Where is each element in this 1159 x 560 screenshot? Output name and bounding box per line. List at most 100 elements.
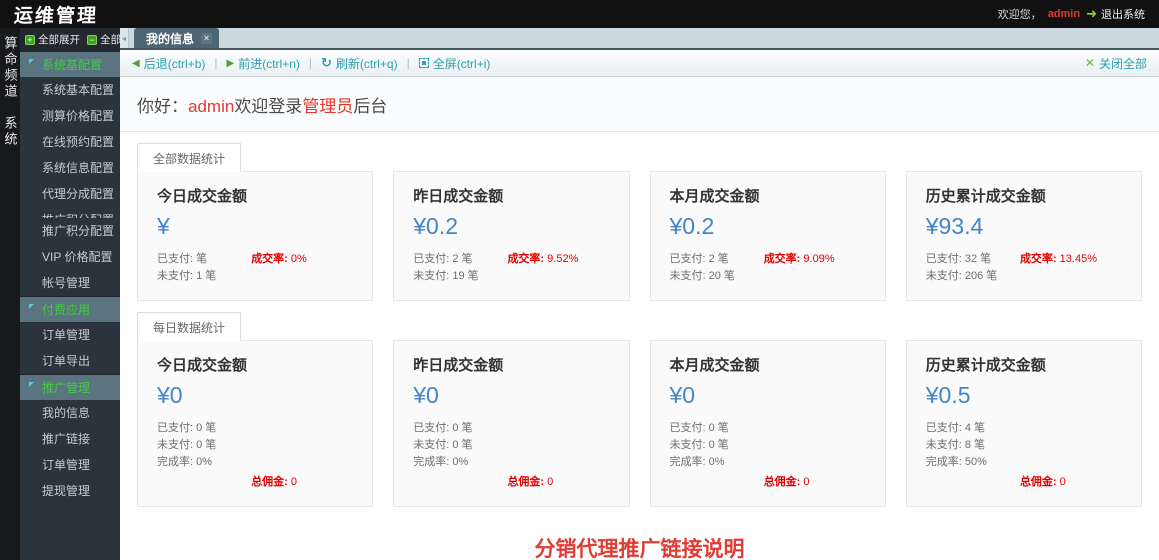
card-amount: ¥93.4 [926, 213, 1122, 240]
sidebar-item[interactable]: 在线预约配置 [20, 129, 120, 155]
card-amount: ¥0.2 [413, 213, 609, 240]
close-all-x-icon: ✕ [1085, 56, 1095, 70]
refresh-icon: ↻ [321, 55, 332, 71]
greeting-bar: 你好：admin欢迎登录管理员后台 [120, 77, 1159, 132]
fullscreen-button[interactable]: 全屏(ctrl+i) [419, 55, 491, 72]
sidebar-item[interactable]: 订单管理 [20, 322, 120, 348]
refresh-button[interactable]: ↻ 刷新(ctrl+q) [321, 55, 398, 72]
vertical-title-top: 算命频道 [1, 36, 20, 100]
welcome-text: 欢迎您， [998, 6, 1042, 22]
unpaid-count: 未支付: 1 笔 [157, 268, 353, 285]
logout-link[interactable]: 退出系统 [1101, 6, 1145, 22]
sidebar-item[interactable]: 系统信息配置 [20, 155, 120, 181]
main-area: ◂ 我的信息 × ◀ 后退(ctrl+b) | ▶ 前进(ctrl+n) | ↻… [120, 28, 1159, 560]
greeting-role: 管理员 [302, 97, 353, 116]
unpaid-count: 未支付: 206 笔 [926, 268, 1122, 285]
paid-count: 已支付: 0 笔 [157, 420, 353, 437]
sidebar-item[interactable]: 推广积分配置 [20, 218, 120, 244]
back-arrow-icon: ◀ [132, 58, 140, 69]
unpaid-count: 未支付: 0 笔 [670, 437, 866, 454]
card-details: 已支付: 32 笔 未支付: 206 笔 成交率: 13.45% [926, 251, 1122, 285]
tab-close-icon[interactable]: × [201, 33, 212, 44]
plus-icon: + [25, 35, 35, 45]
promo-section: 分销代理推广链接说明 复制你的专属推广链接，只要用户下单你即可获取提成。 关于提… [120, 507, 1159, 560]
username-text: admin [1048, 8, 1080, 20]
app-logo: 运维管理 [13, 1, 99, 28]
stat-card-yesterday: 昨日成交金额 ¥0.2 已支付: 2 笔 未支付: 19 笔 成交率: 9.52… [393, 171, 629, 301]
close-all-button[interactable]: ✕ 关闭全部 [1085, 55, 1147, 72]
paid-count: 已支付: 0 笔 [670, 420, 866, 437]
sidebar-item[interactable]: 订单管理 [20, 452, 120, 478]
sidebar-item[interactable]: 系统基本配置 [20, 77, 120, 103]
toolbar: ◀ 后退(ctrl+b) | ▶ 前进(ctrl+n) | ↻ 刷新(ctrl+… [120, 50, 1159, 77]
completion-rate: 完成率: 0% [413, 454, 609, 471]
tab-my-info[interactable]: 我的信息 × [134, 28, 219, 48]
sidebar-item[interactable]: 提现管理 [20, 478, 120, 504]
card-amount: ¥0.2 [670, 213, 866, 240]
fullscreen-icon [419, 58, 429, 68]
stat-card-history: 历史累计成交金额 ¥0.5 已支付: 4 笔 未支付: 8 笔 完成率: 50%… [906, 340, 1142, 507]
card-details: 已支付: 0 笔 未支付: 0 笔 完成率: 0% [670, 420, 866, 471]
card-title: 本月成交金额 [670, 185, 866, 206]
sidebar-item[interactable]: 订单导出 [20, 348, 120, 374]
stat-card-history: 历史累计成交金额 ¥93.4 已支付: 32 笔 未支付: 206 笔 成交率:… [906, 171, 1142, 301]
card-amount: ¥0 [670, 382, 866, 409]
card-amount: ¥ [157, 213, 353, 240]
deal-rate: 成交率: 0% [251, 251, 307, 268]
card-details: 已支付: 笔 未支付: 1 笔 成交率: 0% [157, 251, 353, 285]
stats-tab-all[interactable]: 全部数据统计 [137, 143, 241, 172]
unpaid-count: 未支付: 20 笔 [670, 268, 866, 285]
tab-scroll-left-button[interactable]: ◂ [120, 28, 129, 48]
unpaid-count: 未支付: 0 笔 [157, 437, 353, 454]
logout-arrow-icon: ➜ [1086, 6, 1097, 22]
sidebar-item[interactable]: 推广链接 [20, 426, 120, 452]
card-details: 已支付: 0 笔 未支付: 0 笔 完成率: 0% [157, 420, 353, 471]
sidebar-item[interactable]: 测算价格配置 [20, 103, 120, 129]
expand-all-button[interactable]: + 全部展开 [25, 32, 80, 47]
card-title: 今日成交金额 [157, 185, 353, 206]
stat-card-month: 本月成交金额 ¥0.2 已支付: 2 笔 未支付: 20 笔 成交率: 9.09… [650, 171, 886, 301]
forward-button[interactable]: ▶ 前进(ctrl+n) [227, 55, 300, 72]
stats-tab-daily[interactable]: 每日数据统计 [137, 312, 241, 341]
card-title: 昨日成交金额 [413, 185, 609, 206]
promo-title: 分销代理推广链接说明 [120, 533, 1159, 560]
total-commission: 总佣金: 0 [670, 474, 866, 491]
top-bar: 运维管理 欢迎您， admin ➜ 退出系统 [0, 0, 1159, 28]
completion-rate: 完成率: 0% [157, 454, 353, 471]
stat-card-today: 今日成交金额 ¥ 已支付: 笔 未支付: 1 笔 成交率: 0% [137, 171, 373, 301]
sidebar: + 全部展开 − 全部收起 系统基配置 系统基本配置 测算价格配置 在线预约配置… [20, 28, 120, 560]
sidebar-item[interactable]: VIP 价格配置 [20, 244, 120, 270]
sidebar-item[interactable]: 代理分成配置 [20, 181, 120, 207]
minus-icon: − [87, 35, 97, 45]
sidebar-group-promotion[interactable]: 推广管理 [20, 374, 120, 400]
stats-cards-daily: 今日成交金额 ¥0 已支付: 0 笔 未支付: 0 笔 完成率: 0% 总佣金:… [137, 340, 1142, 507]
card-title: 昨日成交金额 [413, 354, 609, 375]
completion-rate: 完成率: 0% [670, 454, 866, 471]
stats-cards-all: 今日成交金额 ¥ 已支付: 笔 未支付: 1 笔 成交率: 0% 昨日成交金额 … [137, 171, 1142, 301]
back-button[interactable]: ◀ 后退(ctrl+b) [132, 55, 205, 72]
unpaid-count: 未支付: 0 笔 [413, 437, 609, 454]
greeting-username: admin [188, 97, 234, 116]
sidebar-group-system-config[interactable]: 系统基配置 [20, 51, 120, 77]
vertical-title-bottom: 系统 [1, 116, 20, 148]
deal-rate: 成交率: 9.52% [507, 251, 578, 268]
sidebar-group-paid-apps[interactable]: 付费应用 [20, 296, 120, 322]
group-expanded-icon [29, 59, 34, 64]
forward-arrow-icon: ▶ [227, 58, 235, 69]
completion-rate: 完成率: 50% [926, 454, 1122, 471]
stat-card-month: 本月成交金额 ¥0 已支付: 0 笔 未支付: 0 笔 完成率: 0% 总佣金:… [650, 340, 886, 507]
tab-bar: ◂ 我的信息 × [120, 28, 1159, 50]
stats-section-all: 全部数据统计 今日成交金额 ¥ 已支付: 笔 未支付: 1 笔 成交率: 0% … [137, 142, 1142, 301]
card-details: 已支付: 2 笔 未支付: 20 笔 成交率: 9.09% [670, 251, 866, 285]
card-details: 已支付: 2 笔 未支付: 19 笔 成交率: 9.52% [413, 251, 609, 285]
sidebar-item-clipped: 推广积分配置 [20, 207, 120, 218]
toolbar-separator: | [214, 56, 217, 70]
card-title: 本月成交金额 [670, 354, 866, 375]
card-amount: ¥0 [157, 382, 353, 409]
card-title: 今日成交金额 [157, 354, 353, 375]
sidebar-item[interactable]: 帐号管理 [20, 270, 120, 296]
sidebar-item[interactable]: 我的信息 [20, 400, 120, 426]
unpaid-count: 未支付: 19 笔 [413, 268, 609, 285]
total-commission: 总佣金: 0 [926, 474, 1122, 491]
stat-card-today: 今日成交金额 ¥0 已支付: 0 笔 未支付: 0 笔 完成率: 0% 总佣金:… [137, 340, 373, 507]
